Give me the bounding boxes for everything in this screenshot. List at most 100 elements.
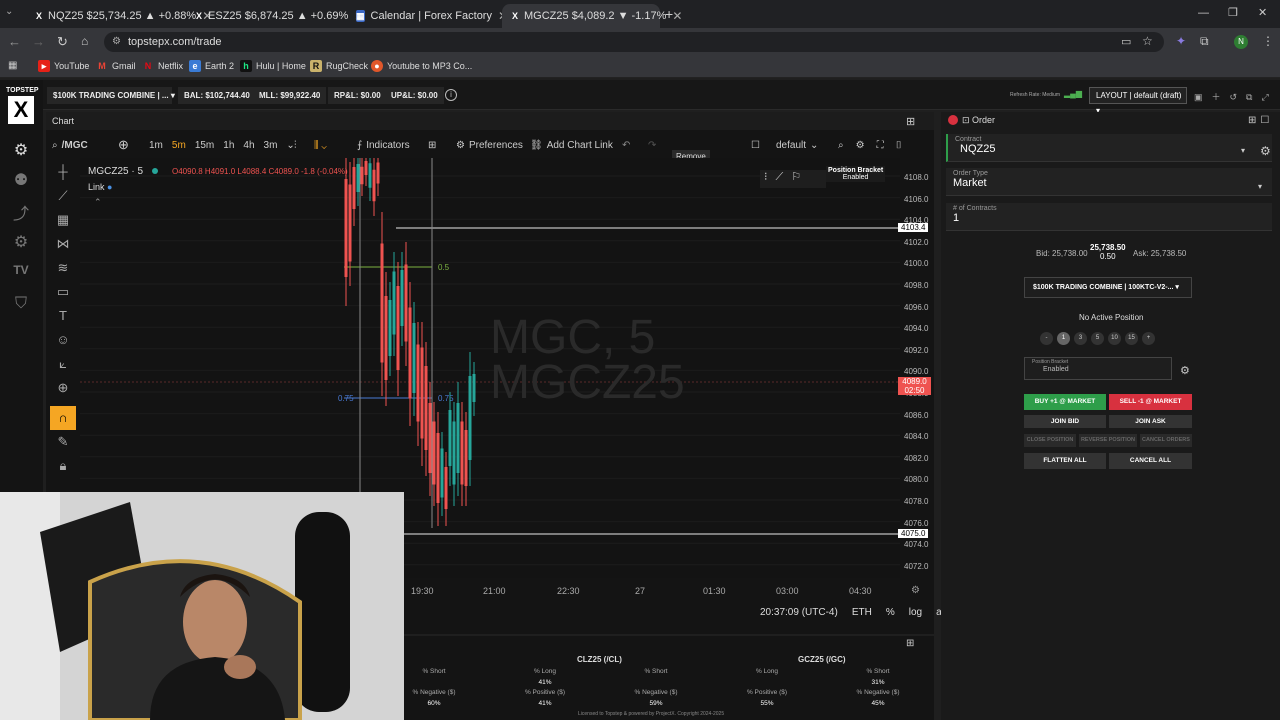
interval-5m[interactable]: 5m [172,140,186,151]
pattern-icon[interactable]: ⋈ [50,232,76,256]
buy-market-button[interactable]: BUY +1 @ MARKET [1024,394,1106,410]
order-panel-actions[interactable]: ⊞☐ [1248,115,1273,126]
reload-icon[interactable]: ↻ [57,34,68,50]
order-account-select[interactable]: $100K TRADING COMBINE | 100KTC-V2-... ▾ [1024,277,1192,298]
cancel-orders-button[interactable]: CANCEL ORDERS [1140,434,1192,447]
interval-4h[interactable]: 4h [243,140,254,151]
bookmark-hulu[interactable]: h Hulu | Home [240,60,306,72]
qty-plus-button[interactable]: + [1142,332,1155,345]
qty-minus-button[interactable]: - [1040,332,1053,345]
symbol-search[interactable]: ⌕/MGC [52,138,88,152]
qty-15-button[interactable]: 15 [1125,332,1138,345]
layout-square-icon[interactable]: ☐ [751,138,760,152]
interval-3m[interactable]: 3m [264,140,278,151]
bookmark-rugcheck[interactable]: R RugCheck [310,60,368,72]
interval-15m[interactable]: 15m [195,140,214,151]
qty-10-button[interactable]: 10 [1108,332,1121,345]
contract-field[interactable]: Contract NQZ25 [946,134,1272,162]
sell-market-button[interactable]: SELL -1 @ MARKET [1109,394,1192,410]
collapse-chevron-icon[interactable]: ⌃ [94,197,102,208]
close-icon[interactable]: ✕ [672,9,682,23]
sentiment-add-icon[interactable]: ⊞ [906,638,914,649]
order-type-chevron-icon[interactable]: ▾ [1258,182,1262,191]
browser-tab-1[interactable]: X NQZ25 $25,734.25 ▲ +0.88% ✕ [26,4,212,28]
qty-5-button[interactable]: 5 [1091,332,1104,345]
axis-settings-icon[interactable]: ⚙ [911,585,920,596]
cancel-all-button[interactable]: CANCEL ALL [1109,453,1192,469]
browser-tab-3[interactable]: ▦Calendar | Forex Factory✕ [346,4,508,28]
back-icon[interactable]: ← [8,34,21,49]
profile-avatar[interactable]: N [1234,35,1248,49]
lock-icon[interactable]: 🔒︎ [50,454,76,478]
layout-actions[interactable]: ▣＋↺⧉⤢ [1194,90,1278,103]
chart-nav-icon[interactable]: ⚙ [10,140,32,160]
window-close-icon[interactable]: ✕ [1258,6,1267,19]
undo-icon[interactable]: ↶ [622,138,630,152]
text-icon[interactable]: T [50,304,76,328]
settings-nav-icon[interactable]: ⚙ [10,232,32,252]
bracket-select[interactable]: Position Bracket Enabled [1024,357,1172,380]
compare-add-icon[interactable]: ⊕ [118,137,129,152]
templates-icon[interactable]: ⊞ [428,138,436,152]
close-position-button[interactable]: CLOSE POSITION [1024,434,1076,447]
new-tab-icon[interactable]: + [665,6,673,22]
flatten-all-button[interactable]: FLATTEN ALL [1024,453,1106,469]
preferences-button[interactable]: ⚙ Preferences [456,138,523,152]
join-bid-button[interactable]: JOIN BID [1024,415,1106,428]
maximize-icon[interactable]: ❐ [1228,6,1238,19]
session-toggle[interactable]: ETH [852,607,872,618]
bracket-settings-icon[interactable]: ⚙ [1180,364,1190,377]
rectangle-icon[interactable]: ▭ [50,280,76,304]
panel-add-icon[interactable]: ⊞ [906,115,915,128]
contracts-input[interactable]: # of Contracts 1 [946,203,1272,231]
home-icon[interactable]: ⌂ [81,34,88,48]
fib-icon[interactable]: ▦ [50,208,76,232]
trendline-icon[interactable]: ⟋ [50,184,76,208]
users-nav-icon[interactable]: ⚉ [10,170,32,190]
bookmark-yt-mp3[interactable]: ● Youtube to MP3 Co... [371,60,472,72]
info-icon[interactable]: i [445,89,457,101]
bookmark-netflix[interactable]: N Netflix [142,60,183,72]
ruler-icon[interactable]: ⟀ [50,352,76,376]
browser-tab-4[interactable]: X MGCZ25 $4,089.2 ▼ -1.17% ✕ [502,4,682,28]
tradingview-nav-icon[interactable]: TV [10,263,32,283]
install-app-icon[interactable]: ▭ [1121,35,1131,48]
interval-1m[interactable]: 1m [149,140,163,151]
line-tools-strip[interactable]: ⁝⟋⚐ [760,170,826,188]
join-ask-button[interactable]: JOIN ASK [1109,415,1192,428]
log-toggle[interactable]: log [909,607,922,618]
reverse-position-button[interactable]: REVERSE POSITION [1079,434,1137,447]
zoom-in-icon[interactable]: ⊕ [50,376,76,400]
extension-icon[interactable]: ✦ [1176,34,1186,48]
browser-tab-2[interactable]: XESZ25 $6,874.25 ▲ +0.69%✕ [186,4,364,28]
bookmark-earth2[interactable]: e Earth 2 [189,60,234,72]
emoji-icon[interactable]: ☺ [50,328,76,352]
qty-1-button[interactable]: 1 [1057,332,1070,345]
template-select[interactable]: default ⌄ [776,138,818,152]
order-type-select[interactable]: Order Type Market [946,168,1272,196]
site-info-icon[interactable]: ⚙ [112,36,121,47]
bookmark-star-icon[interactable]: ☆ [1142,34,1153,48]
interval-1h[interactable]: 1h [223,140,234,151]
add-chart-link-button[interactable]: ⛓ Add Chart Link [530,138,613,152]
browser-menu-icon[interactable]: ⋮ [1262,34,1274,48]
magnet-icon[interactable]: ∩ [50,406,76,430]
address-bar[interactable]: topstepx.com/trade [104,32,1164,52]
trend-nav-icon[interactable]: ⤴ [10,200,32,223]
chart-right-tools[interactable]: ⌕ ⚙ ⛶ ⌷ [838,138,902,152]
percent-toggle[interactable]: % [886,607,895,618]
forward-icon[interactable]: → [32,34,45,49]
extensions-puzzle-icon[interactable]: ⧉ [1200,34,1209,49]
pencil-lock-icon[interactable]: ✎ [50,430,76,454]
tab-search-icon[interactable]: ⌄ [5,6,21,22]
shield-nav-icon[interactable]: ⛉ [10,295,32,315]
candles-icon[interactable]: ⫼ ⌄ [314,138,327,152]
contract-settings-icon[interactable]: ⚙ [1260,144,1271,158]
redo-icon[interactable]: ↷ [648,138,656,152]
layout-select[interactable]: LAYOUT | default (draft) ▾ [1089,87,1187,115]
bar-style-icon[interactable]: ⫶ [294,138,297,152]
bookmark-gmail[interactable]: M Gmail [96,60,135,72]
qty-3-button[interactable]: 3 [1074,332,1087,345]
account-select[interactable]: $100K TRADING COMBINE | ... ▾ [47,87,175,104]
brush-icon[interactable]: ≋ [50,256,76,280]
